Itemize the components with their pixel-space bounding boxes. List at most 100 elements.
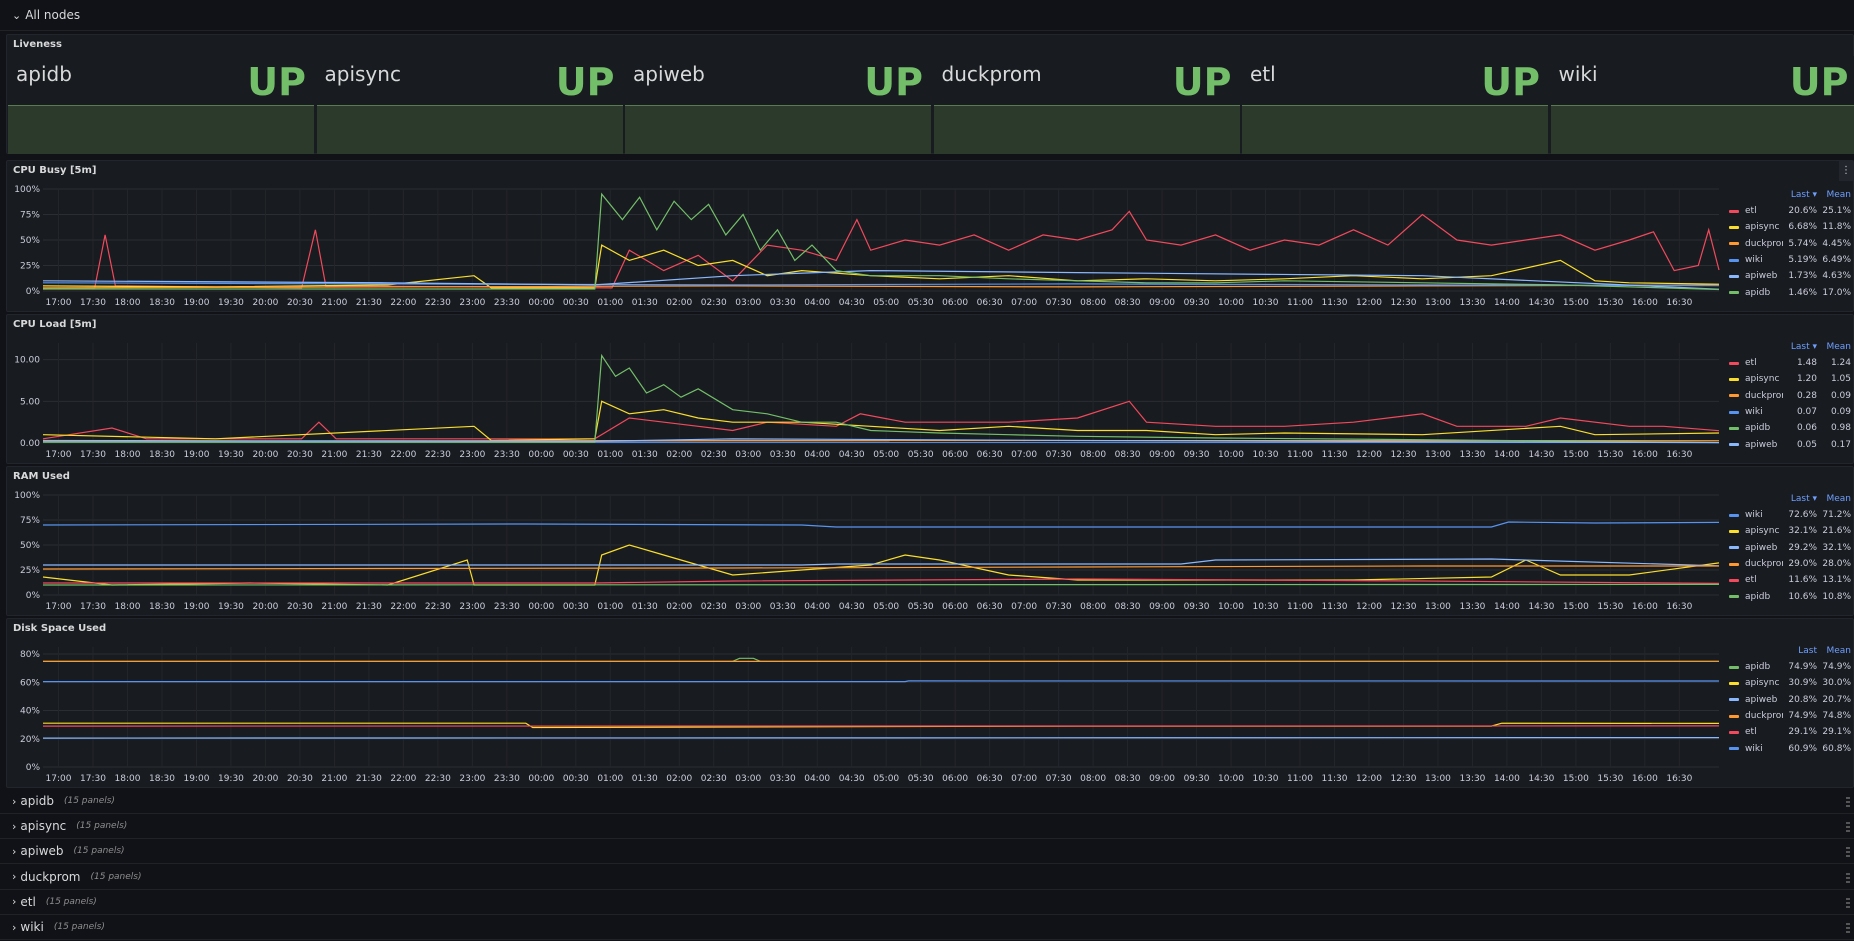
legend-header[interactable]: Last ▾ Mean [1723,187,1851,203]
row-panel-count: (15 panels) [53,922,105,932]
legend-item-apiweb[interactable]: apiweb 1.73% 4.63% [1723,268,1851,284]
legend-item-duckprom[interactable]: duckprom 5.74% 4.45% [1723,236,1851,252]
legend-item-apidb[interactable]: apidb 1.46% 17.0% [1723,284,1851,300]
legend-swatch [1729,595,1739,599]
liveness-stat-apiweb[interactable]: apiweb UP [625,56,931,154]
x-tick-label: 19:00 [183,774,209,784]
x-tick-label: 19:30 [218,298,244,308]
cpu-load-panel[interactable]: CPU Load [5m] 10.00 5.00 0.00 17:00 17:30 18:… [6,314,1854,464]
legend-header[interactable]: Last Mean [1723,643,1851,659]
legend-item-wiki[interactable]: wiki 60.9% 60.8% [1723,740,1851,756]
row-duckprom[interactable]: › duckprom (15 panels) [0,864,1854,889]
legend-item-apisync[interactable]: apisync 1.20 1.05 [1723,371,1851,387]
x-tick-label: 12:00 [1356,602,1382,612]
cpu-busy-panel[interactable]: CPU Busy [5m] ⋮ 100% 75% 50% 25% 0% 17:00 17:3… [6,160,1854,312]
legend-name: duckprom [1745,238,1783,249]
series-line-duckprom [42,565,1719,570]
liveness-stat-apisync[interactable]: apisync UP [316,56,623,154]
legend-item-apiweb[interactable]: apiweb 0.05 0.17 [1723,436,1851,452]
row-apisync[interactable]: › apisync (15 panels) [0,814,1854,839]
drag-handle-icon[interactable] [1846,872,1850,883]
x-tick-label: 20:00 [252,298,278,308]
drag-handle-icon[interactable] [1846,847,1850,858]
drag-handle-icon[interactable] [1846,923,1850,933]
legend-swatch [1729,681,1739,685]
panel-title: CPU Load [5m] [13,319,97,330]
disk-space-panel[interactable]: Disk Space Used 80% 60% 40% 20% 0% 17:00 17:30… [6,618,1854,788]
x-tick-label: 01:00 [597,298,623,308]
x-tick-label: 22:00 [390,602,416,612]
x-tick-label: 04:00 [804,774,830,784]
x-tick-label: 05:30 [908,774,934,784]
row-all-nodes[interactable]: ⌄ All nodes [0,2,1854,28]
legend-item-apisync[interactable]: apisync 6.68% 11.8% [1723,219,1851,235]
row-apidb[interactable]: › apidb (15 panels) [0,789,1854,813]
stat-sparkline [1242,105,1548,154]
legend-header[interactable]: Last ▾ Mean [1723,491,1851,507]
series-line-wiki [42,521,1720,528]
x-tick-label: 13:00 [1425,450,1451,460]
legend-item-wiki[interactable]: wiki 0.07 0.09 [1723,404,1851,420]
x-tick-label: 11:00 [1287,298,1313,308]
x-tick-label: 18:30 [149,602,175,612]
liveness-stat-wiki[interactable]: wiki UP [1550,56,1854,154]
legend-header[interactable]: Last ▾ Mean [1723,339,1851,355]
legend-item-apidb[interactable]: apidb 0.06 0.98 [1723,420,1851,436]
stat-sparkline [316,105,623,154]
liveness-stat-apidb[interactable]: apidb UP [8,56,314,154]
legend-item-etl[interactable]: etl 1.48 1.24 [1723,355,1851,371]
legend-item-wiki[interactable]: wiki 72.6% 71.2% [1723,507,1851,523]
legend-item-wiki[interactable]: wiki 5.19% 6.49% [1723,252,1851,268]
series-line-apidb [43,353,1720,444]
legend-item-apiweb[interactable]: apiweb 20.8% 20.7% [1723,692,1851,708]
row-apiweb[interactable]: › apiweb (15 panels) [0,839,1854,864]
ram-used-chart[interactable]: 100% 75% 50% 25% 0% 17:00 17:30 18:00 18:30 19:00… [7,485,1725,617]
x-tick-label: 21:30 [356,450,382,460]
legend-item-apisync[interactable]: apisync 32.1% 21.6% [1723,523,1851,539]
x-tick-label: 09:30 [1184,602,1210,612]
cpu-load-chart[interactable]: 10.00 5.00 0.00 17:00 17:30 18:00 18:30 19:00 19… [7,333,1725,465]
drag-handle-icon[interactable] [1846,797,1850,807]
legend-item-apiweb[interactable]: apiweb 29.2% 32.1% [1723,540,1851,556]
panel-menu-icon[interactable]: ⋮ [1839,161,1853,181]
disk-space-chart[interactable]: 80% 60% 40% 20% 0% 17:00 17:30 18:00 18:30 19:00 1… [7,637,1725,789]
legend-item-apidb[interactable]: apidb 10.6% 10.8% [1723,588,1851,604]
legend-item-etl[interactable]: etl 29.1% 29.1% [1723,724,1851,740]
x-tick-label: 10:30 [1253,298,1279,308]
cpu-busy-chart[interactable]: 100% 75% 50% 25% 0% 17:00 17:30 18:00 18:30 19:00… [7,179,1725,313]
liveness-stat-etl[interactable]: etl UP [1242,56,1548,154]
drag-handle-icon[interactable] [1846,897,1850,908]
x-tick-label: 08:30 [1115,602,1141,612]
x-tick-label: 07:00 [1011,450,1037,460]
ram-used-panel[interactable]: RAM Used 100% 75% 50% 25% 0% 17:00 17:30 18:00 1… [6,466,1854,616]
row-wiki[interactable]: › wiki (15 panels) [0,915,1854,939]
legend-item-duckprom[interactable]: duckprom 74.9% 74.8% [1723,708,1851,724]
legend-mean: 21.6% [1822,526,1851,537]
liveness-stat-duckprom[interactable]: duckprom UP [933,56,1240,154]
drag-handle-icon[interactable] [1846,822,1850,833]
x-tick-label: 20:30 [287,450,313,460]
series-line-wiki [43,680,1720,683]
legend-item-duckprom[interactable]: duckprom 29.0% 28.0% [1723,556,1851,572]
row-title: apisync [20,819,67,834]
legend-item-etl[interactable]: etl 20.6% 25.1% [1723,203,1851,219]
legend-item-apidb[interactable]: apidb 74.9% 74.9% [1723,659,1851,675]
x-tick-label: 17:30 [80,298,106,308]
row-title: All nodes [25,8,81,22]
legend-name: duckprom [1745,390,1783,401]
legend-item-apisync[interactable]: apisync 30.9% 30.0% [1723,675,1851,691]
legend-mean: 25.1% [1822,206,1851,217]
y-tick-label: 80% [20,650,40,660]
legend-name: etl [1745,206,1757,217]
series-line-apidb [42,583,1720,586]
x-tick-label: 05:00 [873,450,899,460]
legend-mean: 4.63% [1822,271,1851,282]
chevron-right-icon: › [12,844,17,858]
x-tick-label: 18:00 [115,602,141,612]
row-etl[interactable]: › etl (15 panels) [0,889,1854,914]
legend-item-duckprom[interactable]: duckprom 0.28 0.09 [1723,388,1851,404]
ram-used-legend: Last ▾ Mean wiki 72.6% 71.2% apisync 32.1% 21.6… [1723,491,1851,605]
legend-last: 29.0% [1788,559,1817,570]
x-tick-label: 02:00 [666,298,692,308]
legend-item-etl[interactable]: etl 11.6% 13.1% [1723,572,1851,588]
